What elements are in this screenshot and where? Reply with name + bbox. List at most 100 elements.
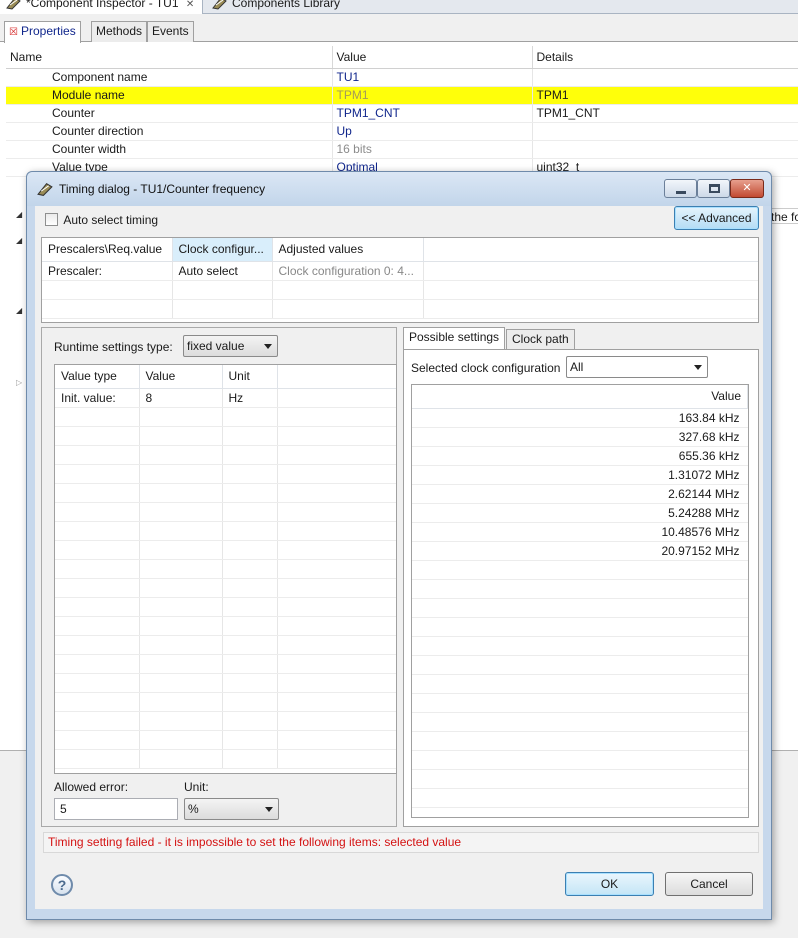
table-row[interactable]: Module name TPM1 TPM1	[6, 86, 798, 105]
clock-config-value: All	[570, 360, 584, 374]
table-row[interactable]: 5.24288 MHz	[412, 503, 748, 523]
property-details	[532, 122, 798, 141]
expand-triangle-icon[interactable]: ◢	[16, 210, 22, 219]
tab-possible-settings[interactable]: Possible settings	[403, 327, 506, 350]
table-row[interactable]: Counter TPM1_CNT TPM1_CNT	[6, 104, 798, 123]
auto-select-checkbox[interactable]	[45, 213, 58, 227]
unit-value: %	[188, 802, 199, 816]
close-button[interactable]: ✕	[730, 179, 764, 198]
table-row[interactable]: 655.36 kHz	[412, 446, 748, 466]
expand-triangle-icon[interactable]: ◢	[16, 236, 22, 245]
column-header-prescalers[interactable]: Prescalers\Req.value	[42, 238, 173, 262]
runtime-type-value: fixed value	[187, 339, 245, 353]
close-icon[interactable]: ✕	[186, 0, 194, 10]
tab-properties[interactable]: ☒ Properties	[4, 21, 81, 43]
dialog-title: Timing dialog - TU1/Counter frequency	[59, 182, 266, 196]
empty-cell	[423, 261, 758, 281]
frequency-value: 5.24288 MHz	[412, 503, 748, 523]
properties-icon: ☒	[9, 27, 18, 38]
help-icon[interactable]: ?	[51, 874, 73, 896]
possible-values-grid: Value 163.84 kHz 327.68 kHz 655.36 kHz 1…	[411, 384, 749, 818]
column-header-value[interactable]: Value	[139, 365, 223, 389]
auto-select-timing[interactable]: Auto select timing	[45, 212, 158, 228]
maximize-button[interactable]	[697, 179, 730, 198]
table-row[interactable]: 10.48576 MHz	[412, 522, 748, 542]
ok-button[interactable]: OK	[565, 872, 654, 896]
column-header-value[interactable]: Value	[412, 385, 748, 409]
column-header-name[interactable]: Name	[6, 46, 333, 69]
table-row[interactable]: 20.97152 MHz	[412, 541, 748, 561]
close-icon: ✕	[742, 182, 752, 194]
editor-tab-bar: *Component Inspector - TU1 ✕ Components …	[0, 0, 798, 14]
property-value[interactable]: TU1	[332, 68, 533, 87]
component-icon	[6, 0, 21, 10]
column-header-clock-config[interactable]: Clock configur...	[171, 238, 273, 262]
value-type-cell: Init. value:	[55, 388, 140, 408]
table-row[interactable]: Counter width 16 bits	[6, 140, 798, 159]
chevron-down-icon	[265, 807, 273, 812]
frequency-value: 2.62144 MHz	[412, 484, 748, 504]
frequency-value: 327.68 kHz	[412, 427, 748, 447]
unit-select[interactable]: %	[184, 798, 279, 820]
column-header-details[interactable]: Details	[532, 46, 798, 69]
table-row[interactable]: Counter direction Up	[6, 122, 798, 141]
advanced-button[interactable]: << Advanced	[674, 206, 759, 230]
table-row[interactable]: Component name TU1	[6, 68, 798, 87]
column-header-empty	[277, 365, 396, 389]
auto-select-label: Auto select timing	[63, 212, 159, 227]
runtime-settings-label: Runtime settings type:	[54, 340, 173, 354]
timing-dialog: Timing dialog - TU1/Counter frequency ✕ …	[26, 171, 772, 920]
table-row[interactable]: Init. value: 8 Hz	[55, 388, 396, 408]
minimize-button[interactable]	[664, 179, 697, 198]
tab-label: Events	[152, 24, 189, 38]
expand-triangle-icon[interactable]: ◢	[16, 306, 22, 315]
inspector-tabs: ☒ Properties Methods Events	[0, 14, 798, 43]
column-header-value[interactable]: Value	[332, 46, 533, 69]
property-name: Counter width	[6, 140, 333, 159]
table-row[interactable]: 327.68 kHz	[412, 427, 748, 447]
error-message: Timing setting failed - it is impossible…	[43, 832, 759, 853]
chevron-down-icon	[264, 344, 272, 349]
table-row[interactable]: 2.62144 MHz	[412, 484, 748, 504]
tab-component-inspector[interactable]: *Component Inspector - TU1 ✕	[0, 0, 204, 14]
possible-settings-panel: Selected clock configuration All Value 1…	[403, 349, 759, 827]
unit-label: Unit:	[184, 780, 209, 794]
property-details	[532, 140, 798, 159]
tab-clock-path[interactable]: Clock path	[506, 329, 575, 350]
cancel-button[interactable]: Cancel	[665, 872, 753, 896]
component-icon	[37, 182, 53, 196]
column-header-unit[interactable]: Unit	[222, 365, 278, 389]
property-value[interactable]: 16 bits	[332, 140, 533, 159]
property-value[interactable]: TPM1_CNT	[332, 104, 533, 123]
property-details: TPM1	[532, 86, 798, 105]
clock-config-select[interactable]: All	[566, 356, 708, 378]
allowed-error-field[interactable]: 5	[54, 798, 178, 820]
prescaler-auto-select[interactable]: Auto select	[172, 261, 273, 281]
table-row[interactable]: 163.84 kHz	[412, 408, 748, 428]
property-name: Module name	[6, 86, 333, 105]
minimize-icon	[676, 191, 686, 194]
property-name: Counter direction	[6, 122, 333, 141]
tab-events[interactable]: Events	[147, 21, 194, 42]
unit-cell[interactable]: Hz	[222, 388, 278, 408]
frequency-value: 20.97152 MHz	[412, 541, 748, 561]
property-value[interactable]: TPM1	[332, 86, 533, 105]
table-row[interactable]: 1.31072 MHz	[412, 465, 748, 485]
property-name: Component name	[6, 68, 333, 87]
tab-components-library[interactable]: Components Library	[206, 0, 348, 14]
runtime-type-select[interactable]: fixed value	[183, 335, 278, 357]
collapsed-triangle-icon[interactable]: ▷	[16, 378, 22, 387]
property-details	[532, 68, 798, 87]
column-header-adjusted-values[interactable]: Adjusted values	[272, 238, 424, 262]
column-header-value-type[interactable]: Value type	[55, 365, 140, 389]
value-cell[interactable]: 8	[139, 388, 223, 408]
table-row[interactable]: Prescaler: Auto select Clock configurati…	[42, 261, 758, 281]
clock-config-grid: Prescalers\Req.value Clock configur... A…	[41, 237, 759, 323]
clock-config-adjusted[interactable]: Clock configuration 0: 4...	[272, 261, 424, 281]
tab-methods[interactable]: Methods	[91, 21, 148, 42]
dialog-titlebar[interactable]: Timing dialog - TU1/Counter frequency ✕	[27, 172, 771, 206]
tab-label: Components Library	[232, 0, 341, 10]
property-value[interactable]: Up	[332, 122, 533, 141]
runtime-settings-panel: Runtime settings type: fixed value Value…	[41, 327, 397, 827]
tab-label: Methods	[96, 24, 143, 38]
